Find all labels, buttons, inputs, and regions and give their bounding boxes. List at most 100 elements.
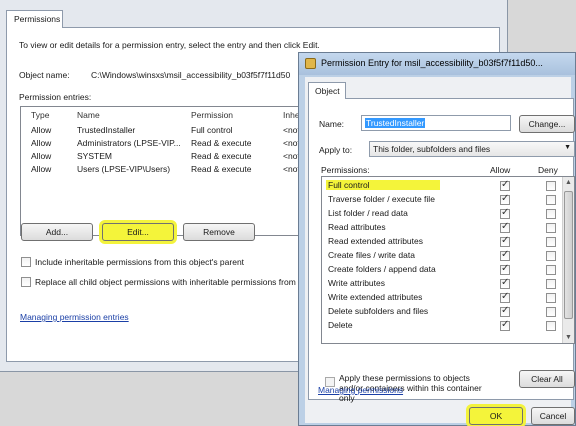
allow-header: Allow [490,165,511,175]
apply-to-value: This folder, subfolders and files [373,144,491,154]
list-item[interactable]: Traverse folder / execute file [322,193,562,207]
permissions-label: Permissions: [321,165,370,175]
permission-label: Write extended attributes [328,292,423,302]
column-header-type[interactable]: Type [31,110,49,120]
deny-checkbox[interactable] [546,321,556,331]
deny-checkbox[interactable] [546,195,556,205]
row-permission: Read & execute [191,151,252,161]
allow-checkbox[interactable] [500,193,510,205]
change-button[interactable]: Change... [519,115,575,133]
permission-label: Create folders / append data [328,264,436,274]
permission-entries-table[interactable]: Type Name Permission Inhe Allow TrustedI… [20,106,310,236]
apply-to-label: Apply to: [319,145,353,155]
allow-checkbox[interactable] [500,221,510,233]
instructions-text: To view or edit details for a permission… [19,40,320,50]
add-button[interactable]: Add... [21,223,93,241]
permission-label: Delete [328,320,353,330]
list-item[interactable]: Full control [322,179,562,193]
deny-checkbox[interactable] [546,265,556,275]
allow-checkbox[interactable] [500,179,510,191]
permission-label: Read extended attributes [328,236,423,246]
allow-checkbox[interactable] [500,277,510,289]
row-type: Allow [31,138,52,148]
list-item[interactable]: Read attributes [322,221,562,235]
row-name: TrustedInstaller [77,125,136,135]
allow-checkbox[interactable] [500,305,510,317]
allow-checkbox[interactable] [500,249,510,261]
deny-checkbox[interactable] [546,251,556,261]
allow-checkbox[interactable] [500,319,510,331]
permission-label: Read attributes [328,222,386,232]
row-name: SYSTEM [77,151,112,161]
scroll-up-icon[interactable]: ▲ [565,179,572,186]
deny-checkbox[interactable] [546,279,556,289]
deny-checkbox[interactable] [546,307,556,317]
scroll-down-icon[interactable]: ▼ [565,334,572,341]
permission-label: List folder / read data [328,208,408,218]
permission-label: Full control [326,180,440,190]
remove-button[interactable]: Remove [183,223,255,241]
table-row[interactable]: Allow Users (LPSE-VIP\Users) Read & exec… [21,164,309,177]
edit-button[interactable]: Edit... [102,223,174,241]
deny-checkbox[interactable] [546,181,556,191]
row-name: Administrators (LPSE-VIP... [77,138,181,148]
object-name-value: C:\Windows\winsxs\msil_accessibility_b03… [91,70,291,80]
list-item[interactable]: Delete [322,319,562,333]
row-type: Allow [31,164,52,174]
list-item[interactable]: Write extended attributes [322,291,562,305]
scroll-thumb[interactable] [564,191,573,319]
allow-checkbox[interactable] [500,235,510,247]
dialog-title: Permission Entry for msil_accessibility_… [321,58,543,68]
dialog-body: Object Name: TrustedInstaller Change... … [305,77,575,425]
object-panel: Name: TrustedInstaller Change... Apply t… [308,98,575,403]
row-name: Users (LPSE-VIP\Users) [77,164,171,174]
replace-child-checkbox[interactable] [21,277,31,287]
list-item[interactable]: Create folders / append data [322,263,562,277]
include-inheritable-checkbox[interactable] [21,257,31,267]
allow-checkbox[interactable] [500,263,510,275]
list-item[interactable]: Write attributes [322,277,562,291]
dropdown-arrow-icon: ▼ [564,144,571,151]
ok-button[interactable]: OK [469,407,523,425]
name-label: Name: [319,119,345,129]
apply-to-select[interactable]: This folder, subfolders and files ▼ [369,141,575,157]
row-type: Allow [31,151,52,161]
list-item[interactable]: List folder / read data [322,207,562,221]
dialog-title-bar[interactable]: Permission Entry for msil_accessibility_… [299,53,575,75]
name-field[interactable]: TrustedInstaller [361,115,511,131]
permissions-scrollbar[interactable]: ▲ ▼ [562,177,574,343]
deny-checkbox[interactable] [546,237,556,247]
table-row[interactable]: Allow Administrators (LPSE-VIP... Read &… [21,138,309,151]
table-row[interactable]: Allow SYSTEM Read & execute <not [21,151,309,164]
permissions-list[interactable]: Full control Traverse folder / execute f… [321,176,575,344]
row-permission: Read & execute [191,138,252,148]
list-item[interactable]: Delete subfolders and files [322,305,562,319]
deny-checkbox[interactable] [546,209,556,219]
table-row[interactable]: Allow TrustedInstaller Full control <not [21,125,309,138]
tab-permissions[interactable]: Permissions [6,10,63,28]
shield-icon [305,58,316,69]
include-inheritable-label: Include inheritable permissions from thi… [35,257,245,267]
permission-label: Write attributes [328,278,386,288]
entries-label: Permission entries: [19,92,92,102]
permission-label: Create files / write data [328,250,415,260]
allow-checkbox[interactable] [500,207,510,219]
permission-label: Traverse folder / execute file [328,194,435,204]
column-header-name[interactable]: Name [77,110,100,120]
replace-child-label: Replace all child object permissions wit… [35,277,301,287]
list-item[interactable]: Read extended attributes [322,235,562,249]
row-type: Allow [31,125,52,135]
allow-checkbox[interactable] [500,291,510,303]
managing-permissions-link[interactable]: Managing permissions [318,385,403,395]
name-value: TrustedInstaller [365,118,426,128]
tab-object[interactable]: Object [308,82,346,99]
deny-checkbox[interactable] [546,223,556,233]
column-header-permission[interactable]: Permission [191,110,233,120]
clear-all-button[interactable]: Clear All [519,370,575,388]
list-item[interactable]: Create files / write data [322,249,562,263]
object-name-label: Object name: [19,70,70,80]
deny-checkbox[interactable] [546,293,556,303]
cancel-button[interactable]: Cancel [531,407,575,425]
managing-permission-entries-link[interactable]: Managing permission entries [20,312,129,322]
row-permission: Read & execute [191,164,252,174]
